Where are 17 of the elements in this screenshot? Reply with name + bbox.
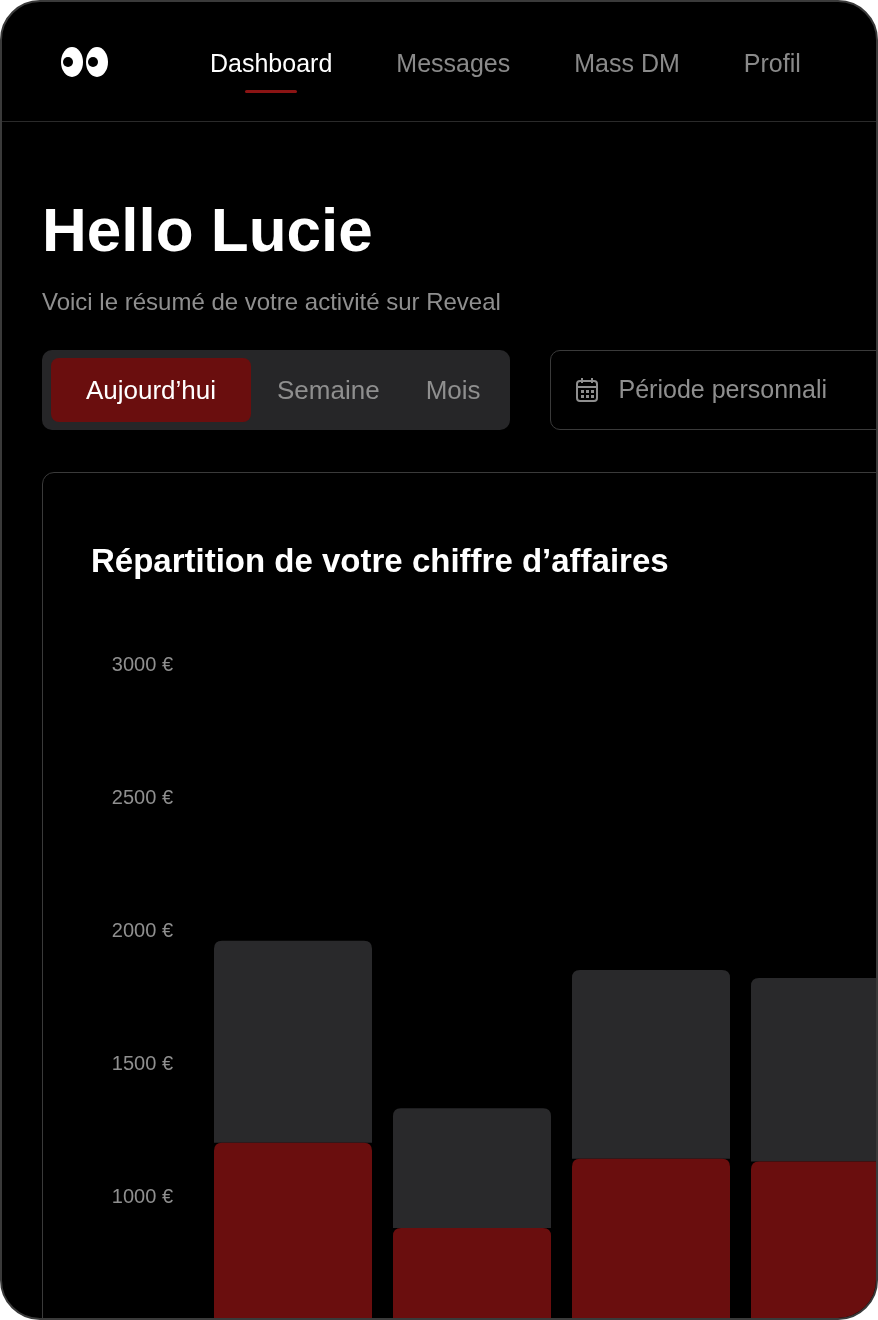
period-option[interactable]: Mois (405, 358, 501, 422)
axis-label: 1500 € (111, 1052, 173, 1074)
custom-period-button[interactable]: Période personnali (549, 350, 876, 430)
period-option[interactable]: Semaine (257, 358, 400, 422)
nav-tab[interactable]: Profil (743, 30, 801, 93)
axis-label: 3000 € (111, 653, 173, 675)
calendar-icon (574, 377, 599, 403)
card-title: Répartition de votre chiffre d’affaires (91, 541, 670, 581)
period-option[interactable]: Aujourd’hui (51, 358, 251, 422)
page-subtitle: Voici le résumé de votre activité sur Reveal (42, 287, 502, 317)
axis-label: 2500 € (111, 786, 173, 808)
nav-tab[interactable]: Messages (396, 30, 511, 93)
nav-tab[interactable]: Dashboard (210, 30, 333, 93)
page-title: Hello Lucie (42, 194, 374, 266)
axis-label: 1000 € (111, 1185, 173, 1207)
axis-label: 2000 € (111, 919, 173, 941)
nav-tab[interactable]: Mass DM (574, 30, 680, 93)
